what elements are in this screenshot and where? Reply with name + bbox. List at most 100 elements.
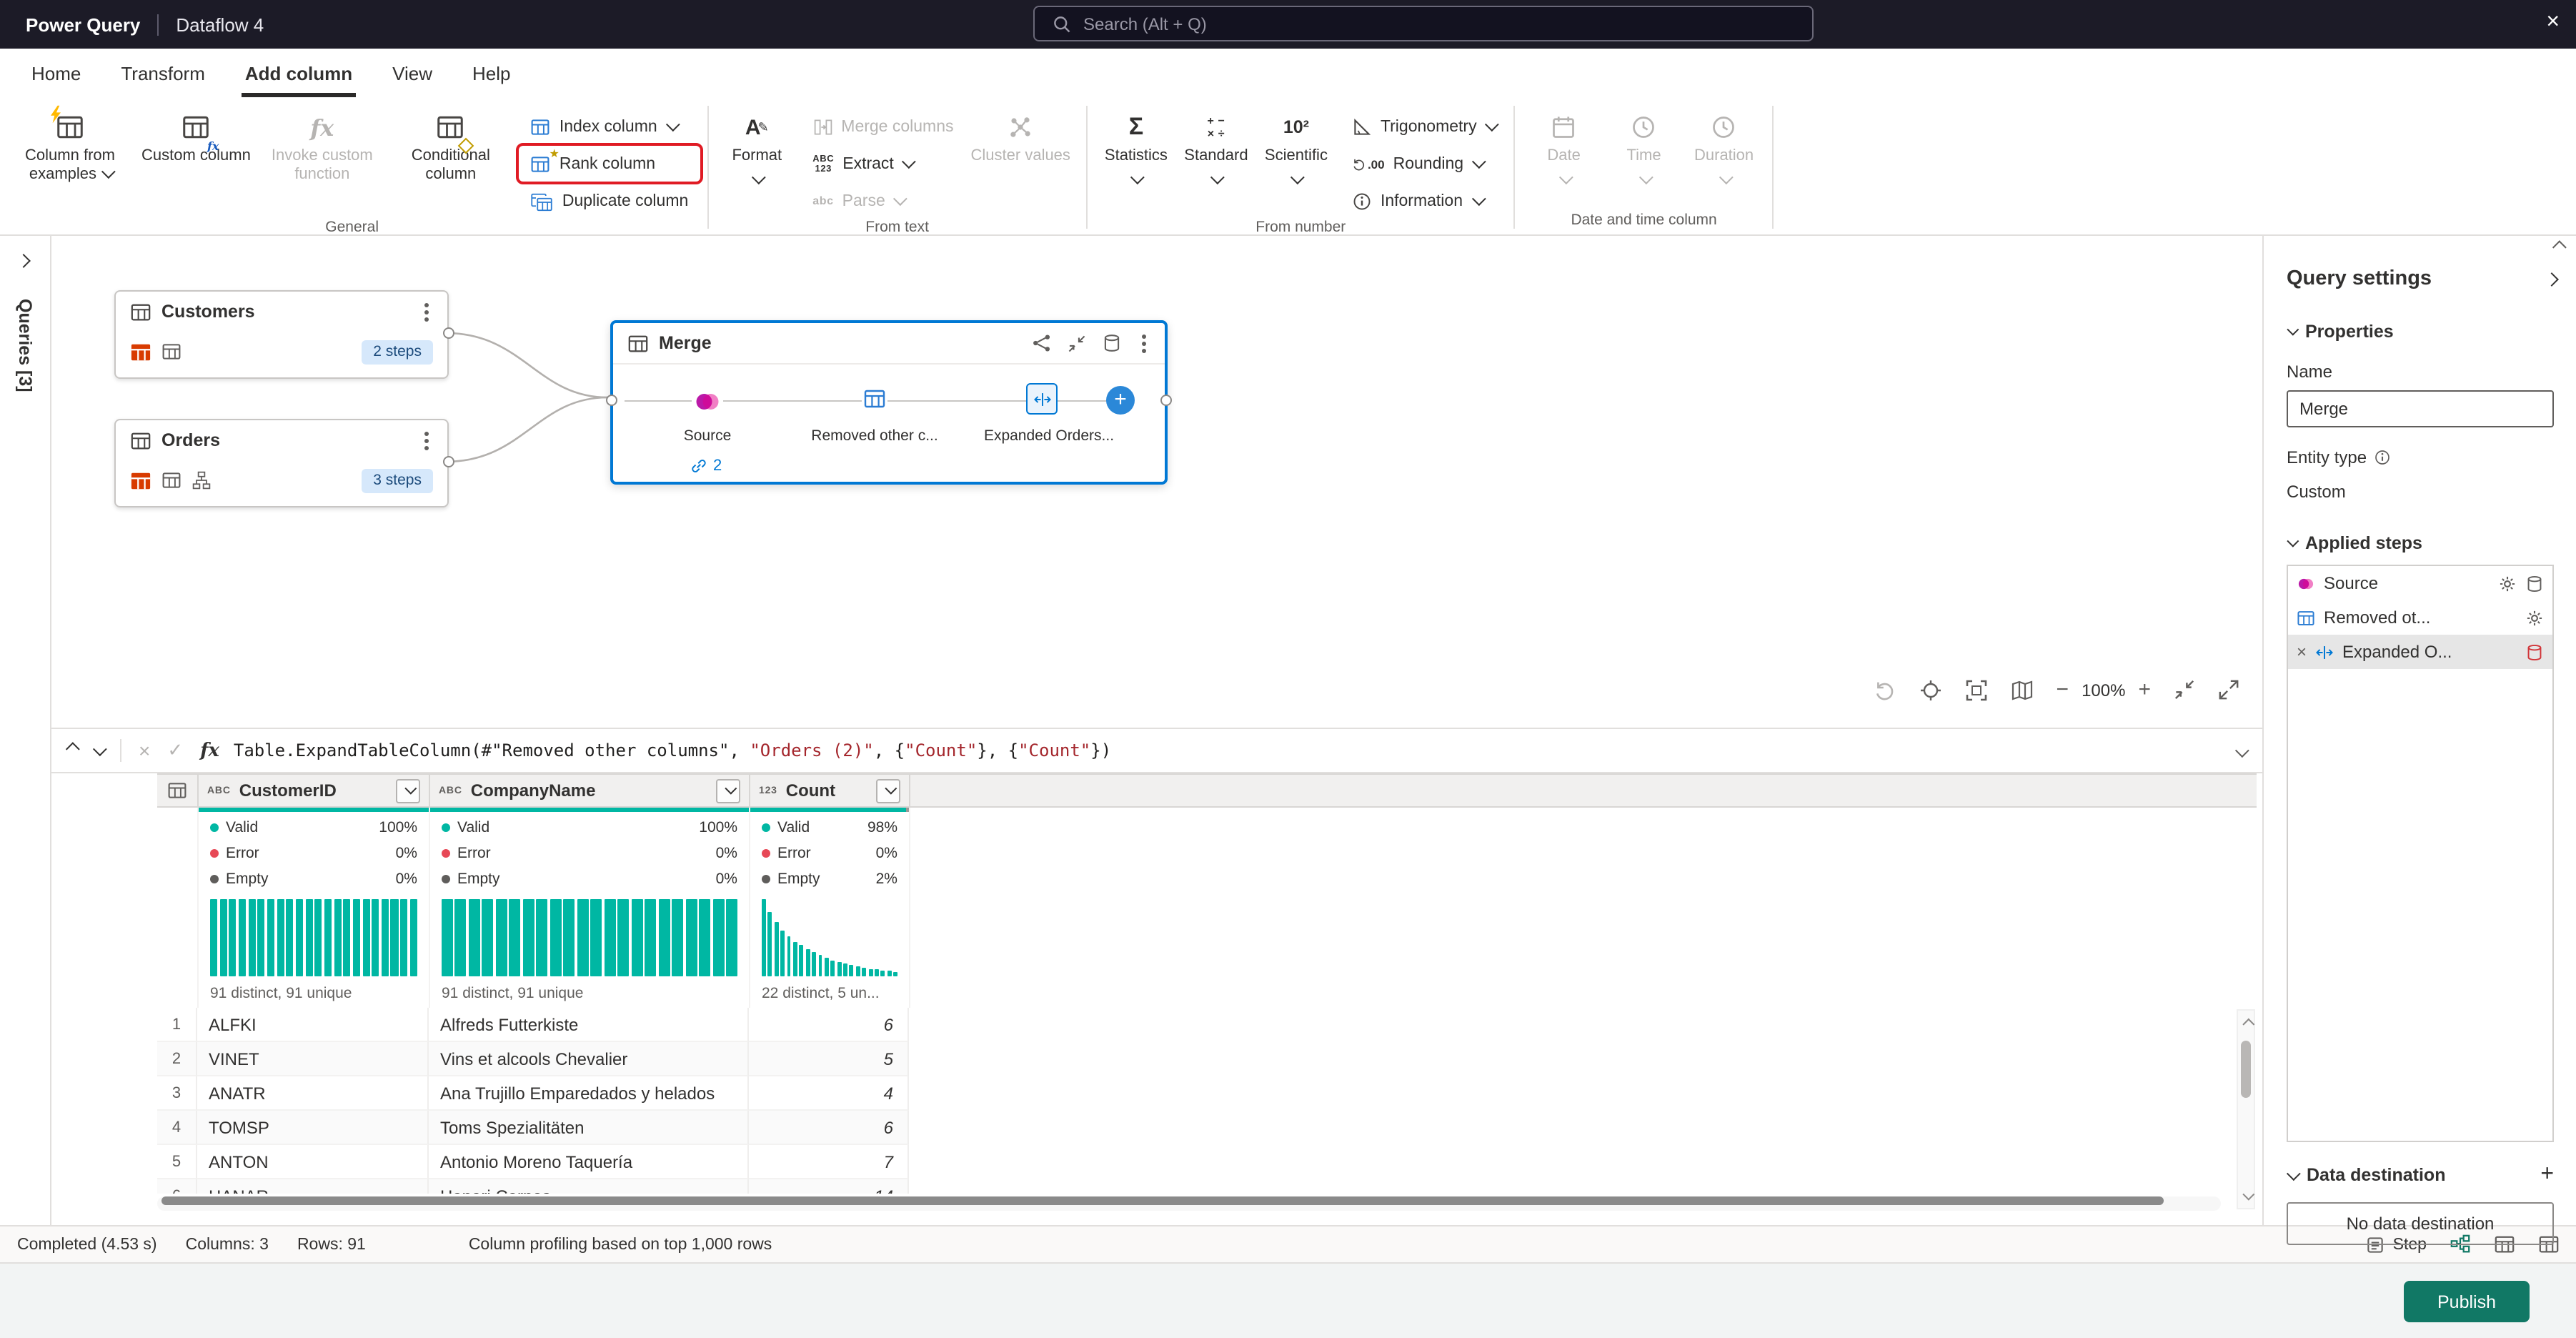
steps-badge[interactable]: 3 steps [362, 468, 433, 492]
table-cell[interactable]: TOMSP [197, 1111, 429, 1145]
applied-step-source[interactable]: Source [2288, 566, 2552, 600]
card-menu-icon[interactable] [1142, 341, 1146, 345]
duration-button[interactable]: Duration [1684, 100, 1764, 179]
connector-port[interactable] [443, 327, 454, 339]
invoke-custom-function-button[interactable]: fx Invoke custom function [258, 100, 387, 183]
filter-dropdown-icon[interactable] [716, 778, 740, 803]
column-header-companyname[interactable]: ABC CompanyName [430, 775, 750, 806]
table-cell[interactable]: Vins et alcools Chevalier [429, 1042, 749, 1076]
table-cell[interactable]: Alfreds Futterkiste [429, 1008, 749, 1042]
applied-steps-section-header[interactable]: Applied steps [2264, 533, 2576, 553]
table-cell[interactable]: Antonio Moreno Taquería [429, 1145, 749, 1179]
delete-step-icon[interactable]: × [2297, 642, 2307, 662]
formula-text[interactable]: Table.ExpandTableColumn(#"Removed other … [234, 740, 2218, 760]
tab-transform[interactable]: Transform [101, 49, 225, 97]
data-destination-section-header[interactable]: Data destination + [2264, 1162, 2576, 1188]
scroll-up-icon[interactable] [2242, 1011, 2250, 1038]
statistics-button[interactable]: Σ Statistics [1096, 100, 1176, 179]
step-settings-gear-icon[interactable] [2525, 608, 2544, 627]
zoom-out-icon[interactable]: − [2057, 678, 2069, 702]
table-cell[interactable]: 4 [749, 1076, 909, 1111]
card-menu-icon[interactable] [424, 438, 429, 442]
step-node-source[interactable] [692, 386, 723, 417]
query-name-field[interactable] [2287, 390, 2554, 427]
table-cell[interactable]: 6 [749, 1111, 909, 1145]
properties-section-header[interactable]: Properties [2264, 322, 2576, 342]
conditional-column-button[interactable]: Conditional column [387, 100, 515, 183]
select-all-corner[interactable] [157, 775, 199, 806]
connector-port[interactable] [1160, 395, 1172, 406]
index-column-button[interactable]: Index column [521, 110, 698, 143]
collapse-view-icon[interactable] [2174, 679, 2195, 700]
expand-queries-icon[interactable] [16, 254, 31, 268]
expand-view-icon[interactable] [2218, 679, 2239, 700]
tab-view[interactable]: View [372, 49, 452, 97]
global-search[interactable]: Search (Alt + Q) [1033, 6, 1814, 41]
column-profile-count[interactable]: Valid98% Error0% Empty2% 22 distinct, 5 … [750, 808, 910, 1008]
scrollbar-thumb[interactable] [161, 1196, 2163, 1205]
data-source-icon[interactable] [2525, 574, 2544, 593]
data-source-icon[interactable] [1102, 333, 1122, 353]
query-name-input[interactable] [2288, 399, 2552, 419]
add-destination-icon[interactable]: + [2540, 1162, 2554, 1188]
expand-formula-bar-icon[interactable] [2218, 740, 2262, 761]
tab-add-column[interactable]: Add column [225, 49, 372, 97]
merge-columns-button[interactable]: Merge columns [802, 110, 963, 143]
collapse-panel-icon[interactable] [2545, 272, 2559, 286]
table-cell[interactable]: ANATR [197, 1076, 429, 1111]
table-cell[interactable]: 14 [749, 1179, 909, 1194]
column-profile-companyname[interactable]: Valid100% Error0% Empty0% 91 distinct, 9… [430, 808, 750, 1008]
query-card-customers[interactable]: Customers 2 steps [114, 290, 449, 379]
close-icon[interactable]: × [2546, 9, 2560, 37]
mini-map-icon[interactable] [2011, 678, 2034, 701]
horizontal-scrollbar[interactable] [157, 1196, 2221, 1211]
queries-pane-label[interactable]: Queries [3] [15, 299, 35, 392]
commit-formula-icon[interactable]: ✓ [167, 739, 183, 762]
connector-port[interactable] [443, 456, 454, 467]
steps-badge[interactable]: 2 steps [362, 340, 433, 364]
vertical-scrollbar[interactable] [2237, 1009, 2255, 1209]
scrollbar-thumb[interactable] [2241, 1041, 2251, 1098]
query-card-orders[interactable]: Orders 3 steps [114, 419, 449, 507]
status-profiling[interactable]: Column profiling based on top 1,000 rows [469, 1236, 772, 1253]
column-header-count[interactable]: 123 Count [750, 775, 910, 806]
table-cell[interactable]: Ana Trujillo Emparedados y helados [429, 1076, 749, 1111]
column-header-customerid[interactable]: ABC CustomerID [199, 775, 430, 806]
table-cell[interactable]: 5 [749, 1042, 909, 1076]
rank-column-button[interactable]: ★ Rank column [521, 147, 698, 180]
next-step-icon[interactable] [93, 741, 107, 755]
filter-dropdown-icon[interactable] [876, 778, 900, 803]
table-cell[interactable]: Hanari Carnes [429, 1179, 749, 1194]
diagram-canvas[interactable]: Customers 2 steps Orders [51, 236, 2262, 728]
destination-alert-icon[interactable] [2525, 643, 2544, 661]
no-data-destination[interactable]: No data destination [2287, 1202, 2554, 1245]
information-button[interactable]: Information [1342, 184, 1506, 217]
card-menu-icon[interactable] [424, 309, 429, 314]
table-cell[interactable]: VINET [197, 1042, 429, 1076]
trigonometry-button[interactable]: Trigonometry [1342, 110, 1506, 143]
tab-help[interactable]: Help [452, 49, 531, 97]
scientific-button[interactable]: 10² Scientific [1256, 100, 1336, 179]
date-button[interactable]: Date [1524, 100, 1604, 179]
extract-button[interactable]: ABC123 Extract [802, 147, 963, 180]
table-cell[interactable]: ALFKI [197, 1008, 429, 1042]
previous-step-icon[interactable] [66, 741, 80, 755]
standard-button[interactable]: + −× ÷ Standard [1176, 100, 1256, 179]
step-node-expanded-orders[interactable] [1026, 383, 1058, 415]
publish-button[interactable]: Publish [2404, 1281, 2530, 1322]
fit-to-screen-icon[interactable] [1965, 678, 1988, 701]
step-settings-gear-icon[interactable] [2498, 574, 2517, 593]
history-icon[interactable] [1874, 678, 1896, 701]
column-from-examples-button[interactable]: Column from examples [6, 100, 134, 183]
parse-button[interactable]: abc Parse [802, 184, 963, 217]
filter-dropdown-icon[interactable] [396, 778, 420, 803]
cluster-values-button[interactable]: Cluster values [964, 100, 1078, 165]
table-cell[interactable]: 6 [749, 1008, 909, 1042]
table-cell[interactable]: 7 [749, 1145, 909, 1179]
rounding-button[interactable]: .00 Rounding [1342, 147, 1506, 180]
cancel-formula-icon[interactable]: × [139, 739, 150, 762]
query-card-merge[interactable]: Merge [610, 320, 1168, 485]
format-button[interactable]: A✎ Format [717, 100, 797, 179]
time-button[interactable]: Time [1604, 100, 1684, 179]
scroll-down-icon[interactable] [2242, 1181, 2250, 1208]
